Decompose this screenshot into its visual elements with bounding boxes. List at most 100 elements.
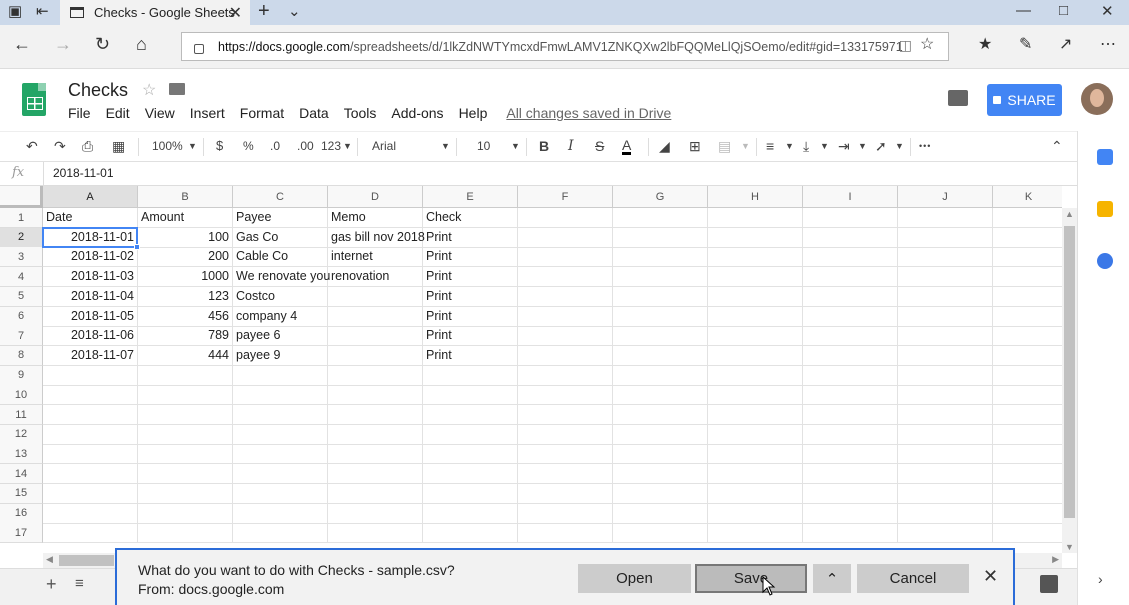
row-header-9[interactable]: 9 <box>0 365 43 386</box>
scroll-right-icon[interactable]: ▶ <box>1052 554 1059 565</box>
cell-d7[interactable] <box>328 326 423 347</box>
cell-g7[interactable] <box>613 326 708 347</box>
menu-addons[interactable]: Add-ons <box>391 105 443 121</box>
cell-e6[interactable]: Print <box>423 306 518 327</box>
cell-f12[interactable] <box>518 424 613 445</box>
horizontal-align-icon[interactable]: ≡ <box>766 138 774 154</box>
saved-status-link[interactable]: All changes saved in Drive <box>506 105 671 121</box>
row-header-14[interactable]: 14 <box>0 464 43 485</box>
menu-help[interactable]: Help <box>459 105 488 121</box>
cell-d9[interactable] <box>328 365 423 386</box>
favorite-star-icon[interactable]: ☆ <box>920 34 934 54</box>
close-icon[interactable]: ✕ <box>983 566 998 587</box>
cell-e11[interactable] <box>423 405 518 425</box>
row-header-16[interactable]: 16 <box>0 503 43 524</box>
cell-f15[interactable] <box>518 483 613 504</box>
formula-input[interactable]: 2018-11-01 <box>53 166 114 180</box>
column-header-h[interactable]: H <box>708 186 803 208</box>
explore-icon[interactable] <box>1040 575 1058 593</box>
row-header-4[interactable]: 4 <box>0 267 43 288</box>
cell-i4[interactable] <box>803 267 898 288</box>
more-formats-button[interactable]: 123 <box>321 139 341 153</box>
all-sheets-icon[interactable]: ≡ <box>75 575 84 592</box>
star-icon[interactable]: ☆ <box>142 80 156 100</box>
cell-j1[interactable] <box>898 208 993 228</box>
cell-g1[interactable] <box>613 208 708 228</box>
cell-a12[interactable] <box>43 424 138 445</box>
cell-h12[interactable] <box>708 424 803 445</box>
forward-icon[interactable]: → <box>54 34 72 55</box>
cell-h1[interactable] <box>708 208 803 228</box>
cell-c15[interactable] <box>233 483 328 504</box>
cell-c6[interactable]: company 4 <box>233 306 328 327</box>
redo-icon[interactable]: ↷ <box>54 138 66 155</box>
cell-c14[interactable] <box>233 464 328 485</box>
menu-insert[interactable]: Insert <box>190 105 225 121</box>
font-dropdown-icon[interactable]: ▼ <box>441 141 450 151</box>
increase-decimal-button[interactable]: .00 <box>297 139 314 153</box>
cell-b9[interactable] <box>138 365 233 386</box>
cell-j14[interactable] <box>898 464 993 485</box>
cell-b3[interactable]: 200 <box>138 247 233 268</box>
vertical-scroll-thumb[interactable] <box>1064 226 1075 518</box>
cell-k12[interactable] <box>993 425 1062 445</box>
cell-b6[interactable]: 456 <box>138 306 233 327</box>
cell-d16[interactable] <box>328 503 423 524</box>
cell-i11[interactable] <box>803 405 898 425</box>
pen-icon[interactable]: ✎ <box>1019 34 1032 54</box>
keep-icon[interactable] <box>1097 201 1113 217</box>
cell-g14[interactable] <box>613 464 708 485</box>
more-icon[interactable]: ⋯ <box>1100 34 1116 54</box>
cell-f9[interactable] <box>518 365 613 386</box>
menu-view[interactable]: View <box>145 105 175 121</box>
cell-k2[interactable] <box>993 228 1062 248</box>
cell-k4[interactable] <box>993 267 1062 288</box>
vertical-align-icon[interactable]: ⤓ <box>803 138 809 155</box>
menu-data[interactable]: Data <box>299 105 329 121</box>
cell-c7[interactable]: payee 6 <box>233 326 328 347</box>
text-wrap-icon[interactable]: ⇥ <box>838 138 850 155</box>
cell-i3[interactable] <box>803 247 898 268</box>
column-header-c[interactable]: C <box>233 186 328 208</box>
fill-handle[interactable] <box>134 244 140 251</box>
cancel-button[interactable]: Cancel <box>857 564 969 593</box>
cell-h6[interactable] <box>708 306 803 327</box>
column-header-e[interactable]: E <box>423 186 518 208</box>
column-header-a[interactable]: A <box>43 186 138 208</box>
new-tab-icon[interactable]: + <box>258 0 270 23</box>
cell-h13[interactable] <box>708 444 803 465</box>
tasks-icon[interactable] <box>1097 253 1113 269</box>
cell-h10[interactable] <box>708 385 803 406</box>
cell-j17[interactable] <box>898 523 993 543</box>
percent-format-button[interactable]: % <box>243 139 254 153</box>
back-icon[interactable]: ← <box>13 34 31 55</box>
cell-a7[interactable]: 2018-11-06 <box>43 326 138 347</box>
cell-k3[interactable] <box>993 247 1062 268</box>
cell-k13[interactable] <box>993 444 1062 465</box>
cell-i15[interactable] <box>803 483 898 504</box>
cell-k15[interactable] <box>993 484 1062 504</box>
cell-d11[interactable] <box>328 405 423 425</box>
column-header-j[interactable]: J <box>898 186 993 208</box>
cell-k11[interactable] <box>993 405 1062 425</box>
cell-f1[interactable] <box>518 208 613 228</box>
row-header-13[interactable]: 13 <box>0 444 43 465</box>
cell-b1[interactable]: Amount <box>138 208 233 228</box>
cell-f4[interactable] <box>518 267 613 288</box>
cell-h17[interactable] <box>708 523 803 543</box>
cell-d1[interactable]: Memo <box>328 208 423 228</box>
cell-a5[interactable]: 2018-11-04 <box>43 286 138 307</box>
cell-g6[interactable] <box>613 306 708 327</box>
cell-e3[interactable]: Print <box>423 247 518 268</box>
cell-j13[interactable] <box>898 444 993 465</box>
cell-e15[interactable] <box>423 483 518 504</box>
reading-view-icon[interactable]: ◫ <box>899 37 912 54</box>
cell-f6[interactable] <box>518 306 613 327</box>
row-header-6[interactable]: 6 <box>0 306 43 327</box>
cell-c5[interactable]: Costco <box>233 286 328 307</box>
cell-i6[interactable] <box>803 306 898 327</box>
cell-d2[interactable]: gas bill nov 2018 <box>328 227 425 248</box>
strikethrough-button[interactable]: S <box>595 138 604 154</box>
cell-a13[interactable] <box>43 444 138 465</box>
cell-i16[interactable] <box>803 503 898 524</box>
